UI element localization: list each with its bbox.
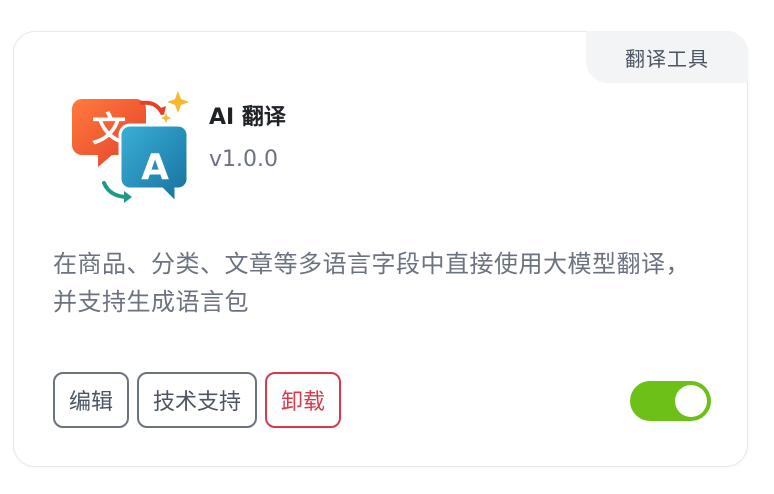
- category-badge: 翻译工具: [586, 31, 748, 83]
- app-description: 在商品、分类、文章等多语言字段中直接使用大模型翻译，并支持生成语言包: [53, 250, 690, 316]
- glyph-right: A: [141, 147, 169, 188]
- support-button[interactable]: 技术支持: [137, 372, 258, 428]
- action-buttons: 编辑 技术支持 卸载: [53, 372, 342, 428]
- toggle-knob: [675, 385, 707, 417]
- translate-icon: 文 A: [68, 87, 196, 209]
- edit-button[interactable]: 编辑: [53, 372, 130, 428]
- app-version: v1.0.0: [209, 147, 278, 172]
- enable-toggle[interactable]: [630, 381, 711, 421]
- plugin-card: 翻译工具 文 A AI 翻译 v1.0.0 在商品、分类、文章等多语言字段中直接…: [13, 31, 748, 467]
- app-name: AI 翻译: [209, 105, 286, 130]
- uninstall-button[interactable]: 卸载: [265, 372, 342, 428]
